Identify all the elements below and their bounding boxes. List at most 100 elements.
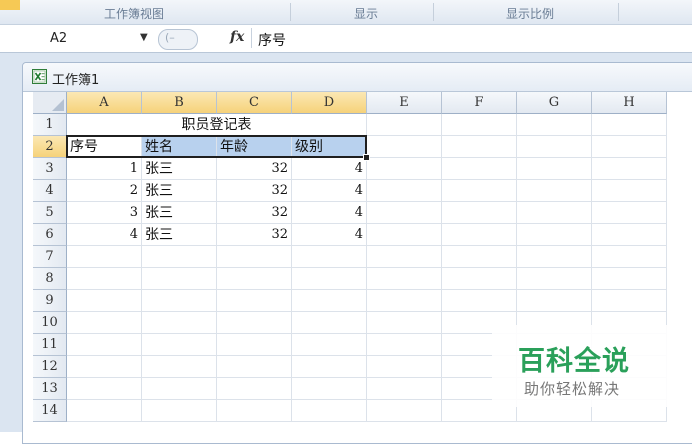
cell-b6[interactable]: 张三 bbox=[142, 224, 217, 246]
cell-d13[interactable] bbox=[292, 378, 367, 400]
cell-h3[interactable] bbox=[592, 158, 667, 180]
cell-e3[interactable] bbox=[367, 158, 442, 180]
dropdown-arrow-icon[interactable]: ▼ bbox=[140, 32, 148, 43]
cell-d9[interactable] bbox=[292, 290, 367, 312]
cell-h8[interactable] bbox=[592, 268, 667, 290]
cell-f6[interactable] bbox=[442, 224, 517, 246]
column-header-e[interactable]: E bbox=[367, 92, 442, 114]
cell-d10[interactable] bbox=[292, 312, 367, 334]
column-header-g[interactable]: G bbox=[517, 92, 592, 114]
row-header-5[interactable]: 5 bbox=[33, 202, 67, 224]
cell-g5[interactable] bbox=[517, 202, 592, 224]
cell-a8[interactable] bbox=[67, 268, 142, 290]
cell-h4[interactable] bbox=[592, 180, 667, 202]
formula-input[interactable]: 序号 bbox=[258, 30, 286, 50]
cell-e1[interactable] bbox=[367, 114, 442, 136]
cell-h6[interactable] bbox=[592, 224, 667, 246]
cell-c14[interactable] bbox=[217, 400, 292, 422]
cell-e6[interactable] bbox=[367, 224, 442, 246]
cell-a14[interactable] bbox=[67, 400, 142, 422]
cell-b3[interactable]: 张三 bbox=[142, 158, 217, 180]
cell-e4[interactable] bbox=[367, 180, 442, 202]
column-header-f[interactable]: F bbox=[442, 92, 517, 114]
cell-g2[interactable] bbox=[517, 136, 592, 158]
cell-b12[interactable] bbox=[142, 356, 217, 378]
cell-f7[interactable] bbox=[442, 246, 517, 268]
header-cell-d2[interactable]: 级别 bbox=[292, 136, 367, 158]
cell-f3[interactable] bbox=[442, 158, 517, 180]
cell-h2[interactable] bbox=[592, 136, 667, 158]
cell-e8[interactable] bbox=[367, 268, 442, 290]
cell-a5[interactable]: 3 bbox=[67, 202, 142, 224]
cell-d3[interactable]: 4 bbox=[292, 158, 367, 180]
header-cell-a2[interactable]: 序号 bbox=[67, 136, 142, 158]
name-box[interactable]: A2 ▼ bbox=[0, 27, 150, 49]
workbook-title-bar[interactable]: 工作簿1 bbox=[23, 63, 692, 92]
cell-e14[interactable] bbox=[367, 400, 442, 422]
cell-c6[interactable]: 32 bbox=[217, 224, 292, 246]
cell-g9[interactable] bbox=[517, 290, 592, 312]
column-header-a[interactable]: A bbox=[67, 92, 142, 114]
cell-a9[interactable] bbox=[67, 290, 142, 312]
cell-h5[interactable] bbox=[592, 202, 667, 224]
cell-g7[interactable] bbox=[517, 246, 592, 268]
cell-g4[interactable] bbox=[517, 180, 592, 202]
cell-e12[interactable] bbox=[367, 356, 442, 378]
cell-h9[interactable] bbox=[592, 290, 667, 312]
row-header-11[interactable]: 11 bbox=[33, 334, 67, 356]
cell-f8[interactable] bbox=[442, 268, 517, 290]
cell-d11[interactable] bbox=[292, 334, 367, 356]
cell-d4[interactable]: 4 bbox=[292, 180, 367, 202]
cell-f9[interactable] bbox=[442, 290, 517, 312]
row-header-2[interactable]: 2 bbox=[33, 136, 67, 158]
cell-c11[interactable] bbox=[217, 334, 292, 356]
cell-c8[interactable] bbox=[217, 268, 292, 290]
column-header-b[interactable]: B bbox=[142, 92, 217, 114]
cell-c7[interactable] bbox=[217, 246, 292, 268]
cell-g3[interactable] bbox=[517, 158, 592, 180]
row-header-8[interactable]: 8 bbox=[33, 268, 67, 290]
row-header-7[interactable]: 7 bbox=[33, 246, 67, 268]
row-header-4[interactable]: 4 bbox=[33, 180, 67, 202]
cell-a7[interactable] bbox=[67, 246, 142, 268]
cell-h1[interactable] bbox=[592, 114, 667, 136]
cell-f5[interactable] bbox=[442, 202, 517, 224]
cell-a11[interactable] bbox=[67, 334, 142, 356]
formula-cancel-button[interactable]: (– bbox=[158, 29, 198, 50]
cell-c4[interactable]: 32 bbox=[217, 180, 292, 202]
cell-e7[interactable] bbox=[367, 246, 442, 268]
cell-f1[interactable] bbox=[442, 114, 517, 136]
row-header-9[interactable]: 9 bbox=[33, 290, 67, 312]
cell-g6[interactable] bbox=[517, 224, 592, 246]
cell-d7[interactable] bbox=[292, 246, 367, 268]
cell-b14[interactable] bbox=[142, 400, 217, 422]
cell-e5[interactable] bbox=[367, 202, 442, 224]
cell-c13[interactable] bbox=[217, 378, 292, 400]
cell-a4[interactable]: 2 bbox=[67, 180, 142, 202]
cell-e2[interactable] bbox=[367, 136, 442, 158]
cell-a12[interactable] bbox=[67, 356, 142, 378]
insert-function-icon[interactable]: fx bbox=[230, 29, 244, 45]
cell-a10[interactable] bbox=[67, 312, 142, 334]
row-header-3[interactable]: 3 bbox=[33, 158, 67, 180]
cell-b10[interactable] bbox=[142, 312, 217, 334]
cell-h7[interactable] bbox=[592, 246, 667, 268]
cell-d14[interactable] bbox=[292, 400, 367, 422]
column-header-c[interactable]: C bbox=[217, 92, 292, 114]
cell-f4[interactable] bbox=[442, 180, 517, 202]
row-header-1[interactable]: 1 bbox=[33, 114, 67, 136]
header-cell-c2[interactable]: 年龄 bbox=[217, 136, 292, 158]
cell-e9[interactable] bbox=[367, 290, 442, 312]
column-header-d[interactable]: D bbox=[292, 92, 367, 114]
cell-b7[interactable] bbox=[142, 246, 217, 268]
row-header-13[interactable]: 13 bbox=[33, 378, 67, 400]
cell-a3[interactable]: 1 bbox=[67, 158, 142, 180]
cell-c10[interactable] bbox=[217, 312, 292, 334]
cell-b4[interactable]: 张三 bbox=[142, 180, 217, 202]
fill-handle[interactable] bbox=[363, 154, 370, 161]
cell-e13[interactable] bbox=[367, 378, 442, 400]
cell-g1[interactable] bbox=[517, 114, 592, 136]
row-header-14[interactable]: 14 bbox=[33, 400, 67, 422]
cell-g8[interactable] bbox=[517, 268, 592, 290]
cell-d12[interactable] bbox=[292, 356, 367, 378]
